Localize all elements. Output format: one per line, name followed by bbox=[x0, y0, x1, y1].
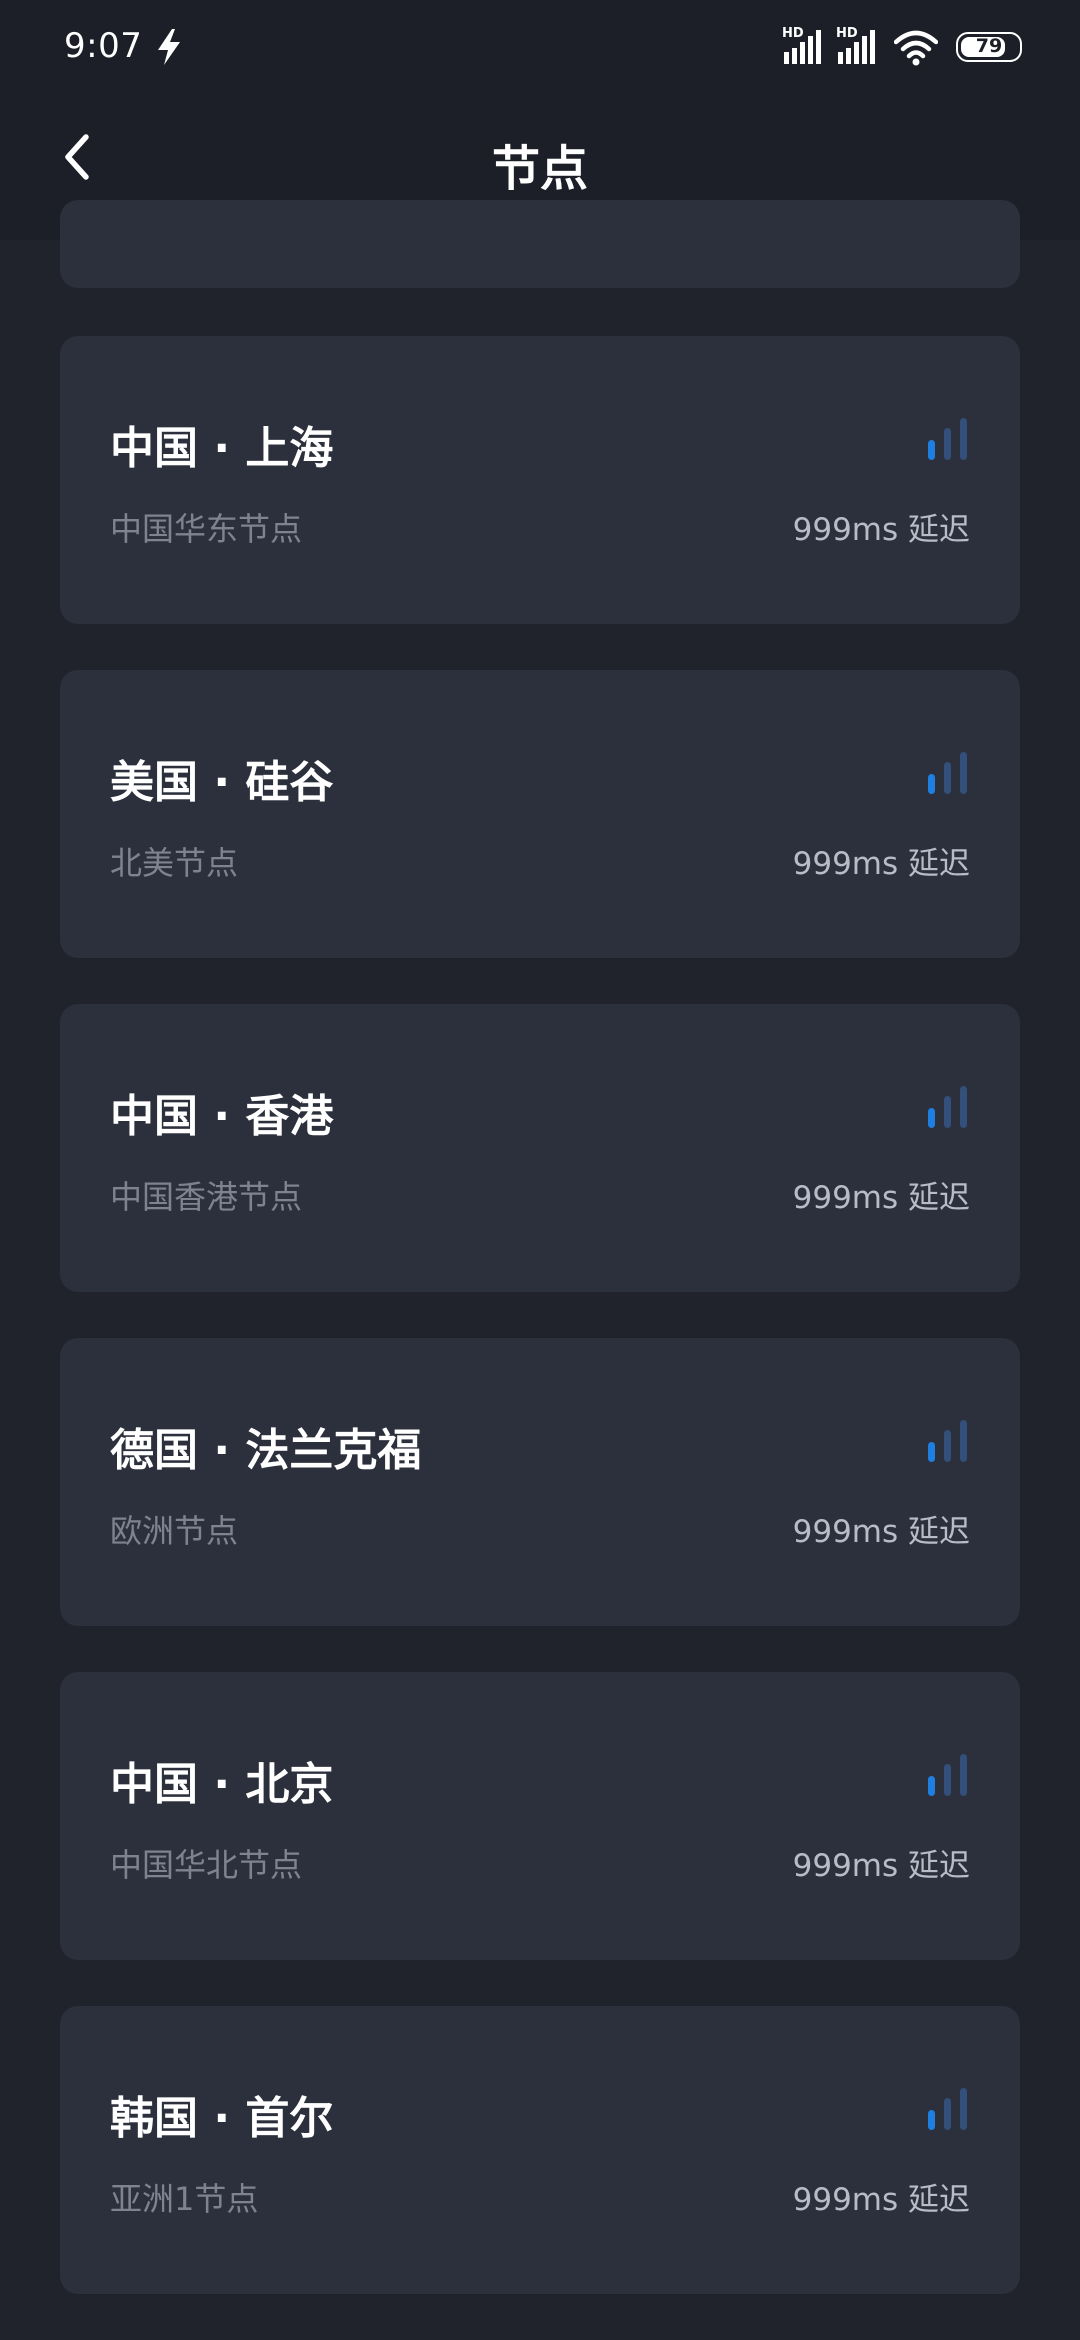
node-card-partial[interactable] bbox=[60, 200, 1020, 288]
node-title: 德国 · 法兰克福 bbox=[110, 1425, 422, 1476]
node-title: 韩国 · 首尔 bbox=[110, 2093, 334, 2144]
battery-indicator: 79 bbox=[956, 32, 1022, 62]
page-title: 节点 bbox=[491, 141, 588, 197]
signal-strength-icon bbox=[928, 1420, 967, 1462]
charging-bolt-icon bbox=[158, 29, 180, 65]
signal-strength-icon bbox=[928, 752, 967, 794]
node-latency: 999ms 延迟 bbox=[792, 1180, 970, 1216]
signal-strength-icon bbox=[928, 2088, 967, 2130]
node-subtitle: 中国华东节点 bbox=[110, 510, 303, 548]
node-card[interactable]: 美国 · 硅谷北美节点 999ms 延迟 bbox=[60, 670, 1020, 958]
node-latency: 999ms 延迟 bbox=[792, 1848, 970, 1884]
node-title: 中国 · 香港 bbox=[110, 1091, 334, 1142]
battery-level: 79 bbox=[975, 35, 1003, 57]
node-card[interactable]: 中国 · 北京中国华北节点 999ms 延迟 bbox=[60, 1672, 1020, 1960]
signal-strength-icon bbox=[928, 1754, 967, 1796]
node-subtitle: 中国华北节点 bbox=[110, 1846, 303, 1884]
status-icons: HD HD 79 bbox=[782, 26, 1022, 68]
cell-signal-2-icon: HD bbox=[836, 26, 878, 66]
node-subtitle: 中国香港节点 bbox=[110, 1178, 303, 1216]
node-card[interactable]: 韩国 · 首尔亚洲1节点 999ms 延迟 bbox=[60, 2006, 1020, 2294]
node-title: 美国 · 硅谷 bbox=[110, 757, 334, 808]
node-card[interactable]: 中国 · 上海中国华东节点 999ms 延迟 bbox=[60, 336, 1020, 624]
signal-strength-icon bbox=[928, 418, 967, 460]
app-screen: 9:07 HD HD 79 节点 中国 · 上海 中国华东节点 999ms 延迟… bbox=[0, 0, 1080, 2340]
node-card[interactable]: 中国 · 香港中国香港节点 999ms 延迟 bbox=[60, 1004, 1020, 1292]
node-subtitle: 亚洲1节点 bbox=[110, 2180, 259, 2218]
status-time: 9:07 bbox=[64, 26, 143, 66]
node-latency: 999ms 延迟 bbox=[792, 2182, 970, 2218]
node-subtitle: 欧洲节点 bbox=[110, 1512, 239, 1550]
signal-strength-icon bbox=[928, 1086, 967, 1128]
node-title: 中国 · 北京 bbox=[110, 1759, 334, 1810]
node-latency: 999ms 延迟 bbox=[792, 1514, 970, 1550]
wifi-icon bbox=[894, 30, 938, 66]
node-card[interactable]: 德国 · 法兰克福欧洲节点 999ms 延迟 bbox=[60, 1338, 1020, 1626]
node-subtitle: 北美节点 bbox=[110, 844, 239, 882]
node-latency: 999ms 延迟 bbox=[792, 512, 970, 548]
cell-signal-1-icon: HD bbox=[782, 26, 824, 66]
status-bar: 9:07 HD HD 79 bbox=[0, 0, 1080, 95]
node-title: 中国 · 上海 bbox=[110, 423, 334, 474]
node-list[interactable]: 中国 · 上海 中国华东节点 999ms 延迟 美国 · 硅谷 北美节点 999ms 延迟… bbox=[0, 200, 1080, 2340]
node-latency: 999ms 延迟 bbox=[792, 846, 970, 882]
